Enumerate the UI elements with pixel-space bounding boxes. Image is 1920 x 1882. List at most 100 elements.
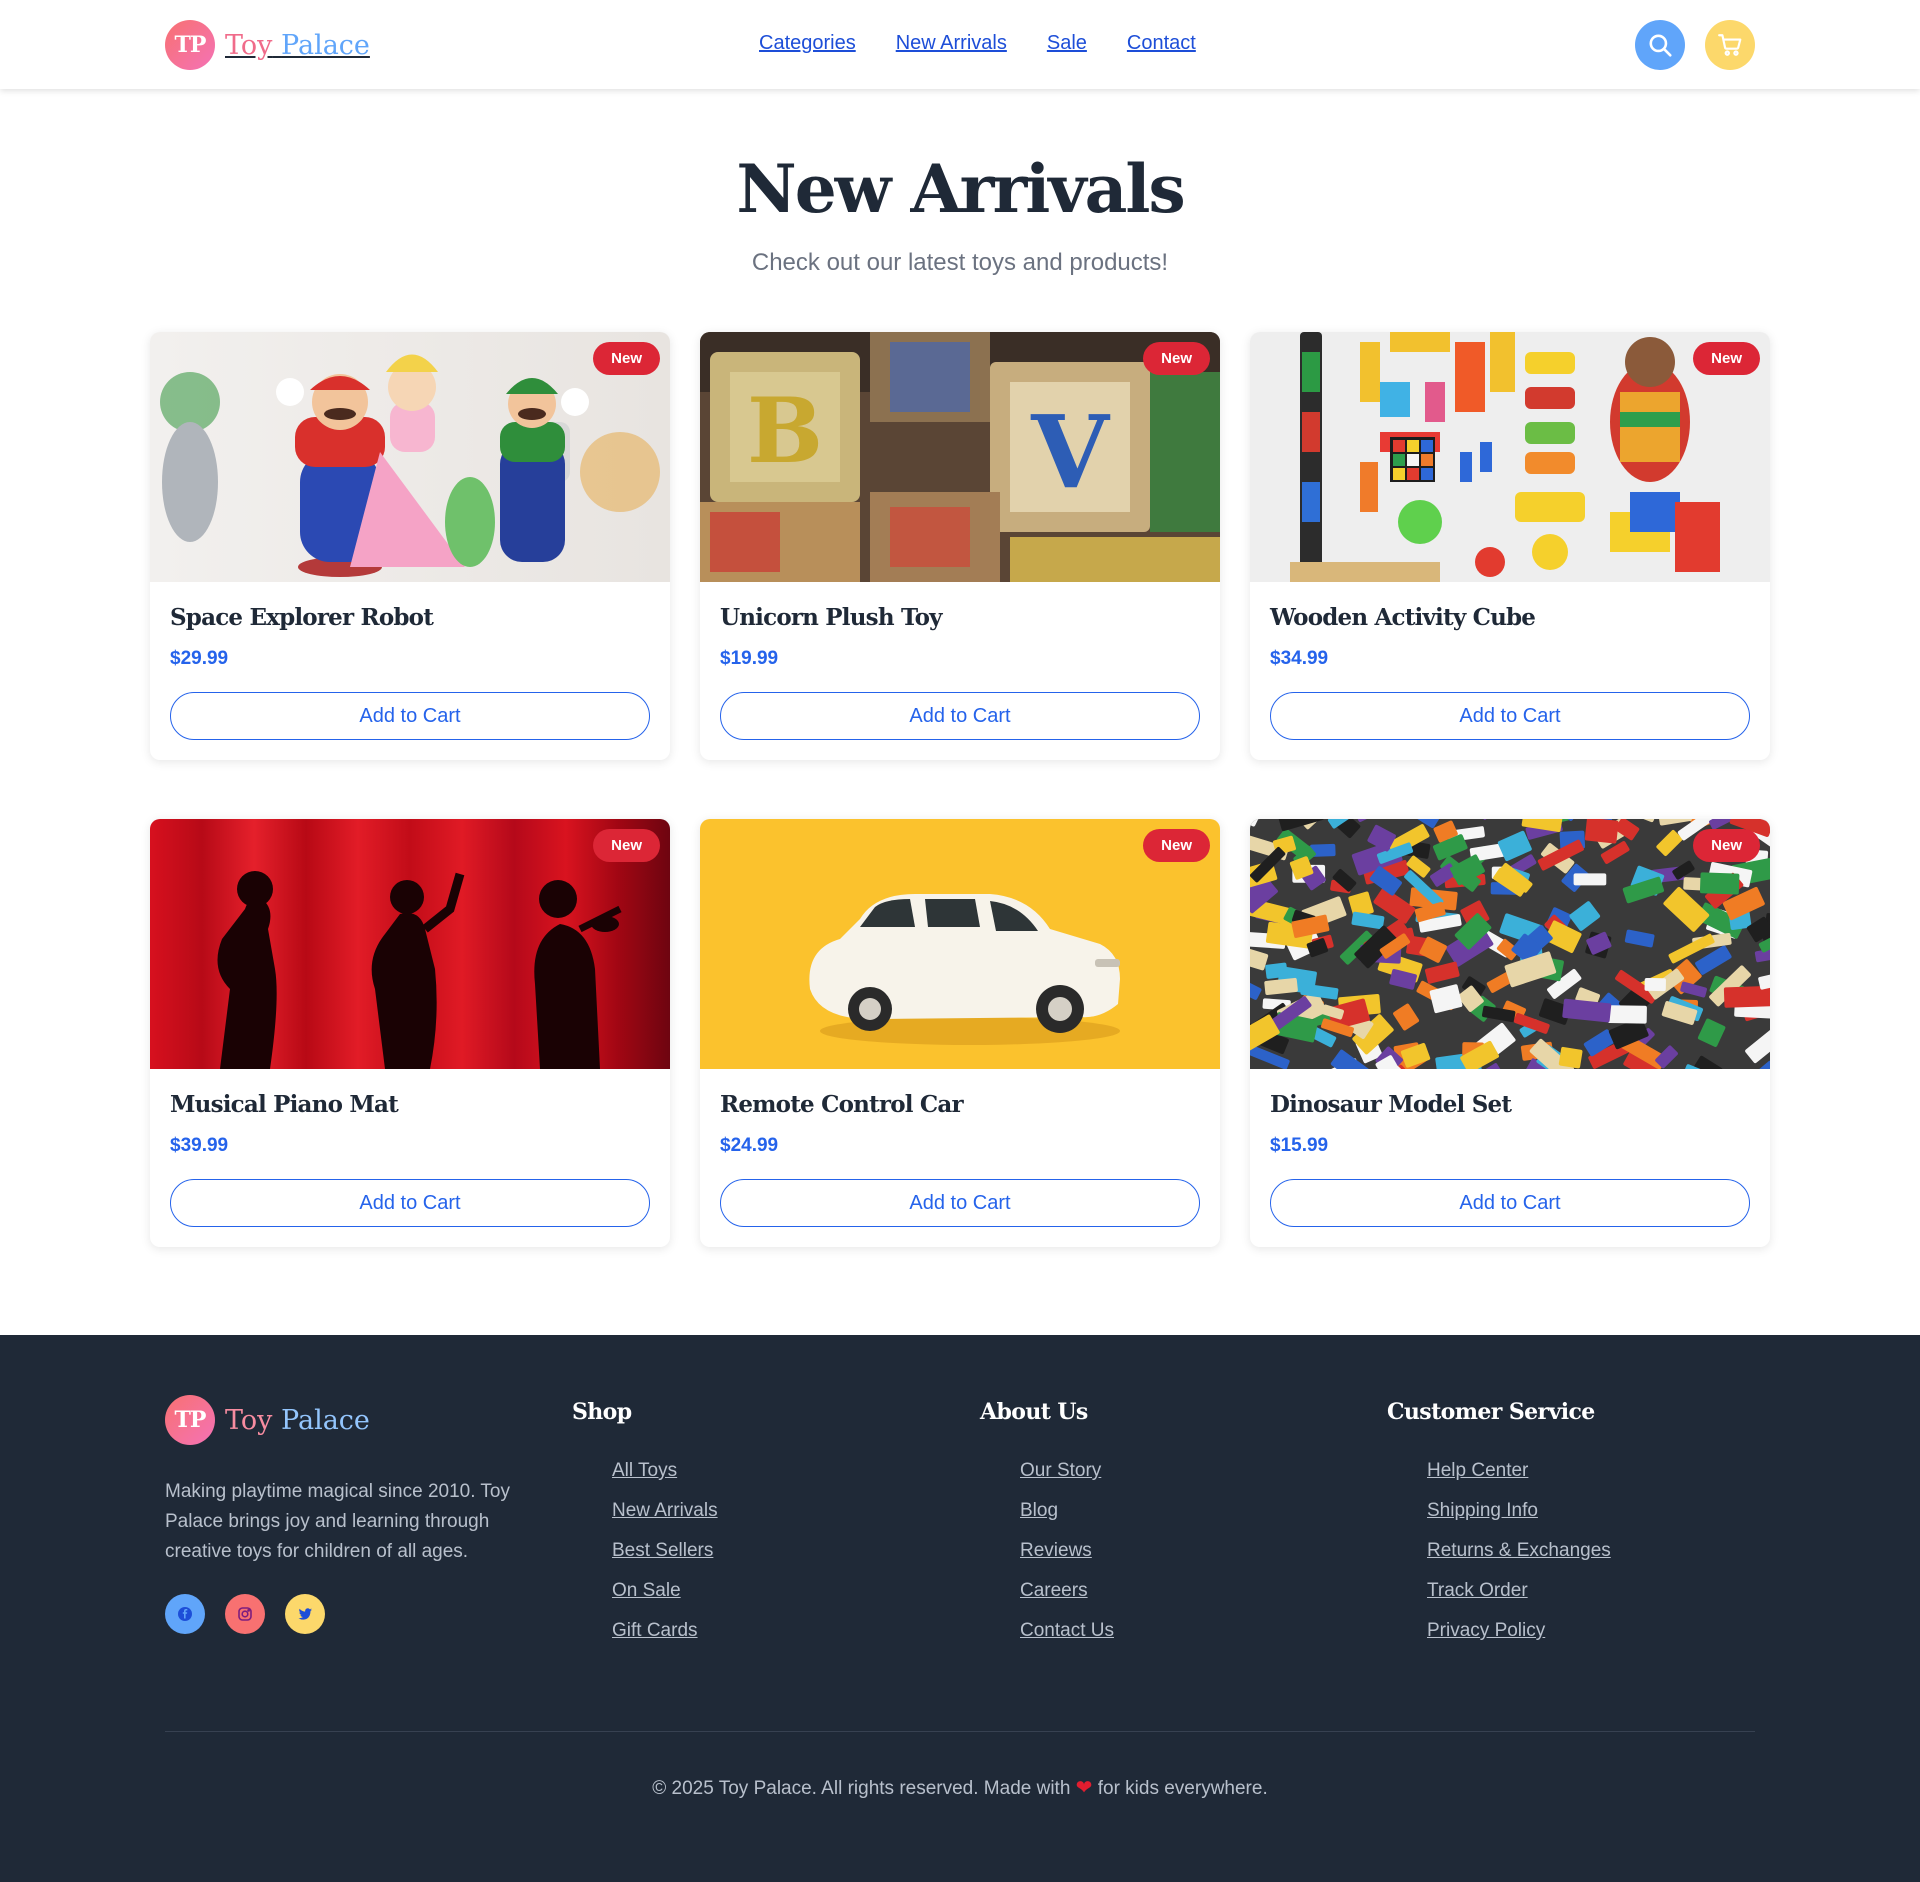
- twitter-link[interactable]: [285, 1594, 325, 1634]
- site-header: TP Toy Palace Categories New Arrivals Sa…: [0, 0, 1920, 89]
- new-badge: New: [1693, 829, 1760, 862]
- product-image[interactable]: B V New: [700, 332, 1220, 582]
- list-item: Best Sellers: [612, 1540, 718, 1580]
- add-to-cart-button[interactable]: Add to Cart: [720, 1179, 1200, 1227]
- list-item: Contact Us: [1020, 1620, 1114, 1660]
- new-badge: New: [1143, 342, 1210, 375]
- product-image[interactable]: New: [1250, 819, 1770, 1069]
- list-item: Careers: [1020, 1580, 1114, 1620]
- copyright-text-end: for kids everywhere.: [1097, 1778, 1268, 1799]
- footer-description: Making playtime magical since 2010. Toy …: [165, 1481, 510, 1562]
- product-price: $39.99: [170, 1135, 229, 1156]
- footer-logo[interactable]: TP Toy Palace: [165, 1395, 370, 1445]
- list-item: On Sale: [612, 1580, 718, 1620]
- list-item: Track Order: [1427, 1580, 1611, 1620]
- product-image[interactable]: New: [150, 332, 670, 582]
- logo-badge: TP: [165, 20, 215, 70]
- add-to-cart-button[interactable]: Add to Cart: [1270, 1179, 1750, 1227]
- svg-text:B: B: [747, 378, 823, 484]
- list-item: Reviews: [1020, 1540, 1114, 1580]
- add-to-cart-button[interactable]: Add to Cart: [170, 1179, 650, 1227]
- logo-text: Toy Palace: [225, 1405, 370, 1436]
- facebook-icon: [178, 1607, 192, 1621]
- footer-link[interactable]: Contact Us: [1020, 1620, 1114, 1641]
- footer-link[interactable]: Careers: [1020, 1580, 1088, 1601]
- social-links: [165, 1594, 325, 1634]
- site-logo[interactable]: TP Toy Palace: [165, 20, 370, 70]
- footer-column-title-about: About Us: [980, 1399, 1088, 1425]
- cart-button[interactable]: [1705, 20, 1755, 70]
- footer-link[interactable]: Returns & Exchanges: [1427, 1540, 1611, 1561]
- list-item: Gift Cards: [612, 1620, 718, 1660]
- new-badge: New: [593, 342, 660, 375]
- logo-text-palace: Palace: [281, 1404, 370, 1436]
- instagram-icon: [238, 1607, 252, 1621]
- add-to-cart-button[interactable]: Add to Cart: [170, 692, 650, 740]
- logo-text-toy: Toy: [225, 1404, 273, 1436]
- nav-new-arrivals[interactable]: New Arrivals: [896, 32, 1007, 55]
- footer-links-about: Our Story Blog Reviews Careers Contact U…: [1020, 1460, 1114, 1660]
- copyright: © 2025 Toy Palace. All rights reserved. …: [0, 1775, 1920, 1800]
- product-price: $19.99: [720, 648, 779, 669]
- product-price: $29.99: [170, 648, 229, 669]
- search-button[interactable]: [1635, 20, 1685, 70]
- instagram-link[interactable]: [225, 1594, 265, 1634]
- search-icon: [1649, 34, 1672, 57]
- product-card: New Remote Control Car $24.99 Add to Car…: [700, 819, 1220, 1247]
- product-image[interactable]: New: [1250, 332, 1770, 582]
- product-card: New Musical Piano Mat $39.99 Add to Cart: [150, 819, 670, 1247]
- product-card: New Dinosaur Model Set $15.99 Add to Car…: [1250, 819, 1770, 1247]
- logo-text: Toy Palace: [225, 30, 370, 61]
- footer-link[interactable]: Track Order: [1427, 1580, 1528, 1601]
- main-nav: Categories New Arrivals Sale Contact: [759, 32, 1196, 55]
- logo-text-toy: Toy: [225, 29, 273, 61]
- footer-column-title-shop: Shop: [572, 1399, 632, 1425]
- product-name: Wooden Activity Cube: [1270, 604, 1536, 631]
- new-badge: New: [1693, 342, 1760, 375]
- footer-link[interactable]: New Arrivals: [612, 1500, 718, 1521]
- new-badge: New: [1143, 829, 1210, 862]
- footer-links-customer-service: Help Center Shipping Info Returns & Exch…: [1427, 1460, 1611, 1660]
- nav-sale[interactable]: Sale: [1047, 32, 1087, 55]
- heart-icon: ❤: [1075, 1777, 1093, 1799]
- footer-link[interactable]: Blog: [1020, 1500, 1058, 1521]
- product-name: Musical Piano Mat: [170, 1091, 399, 1118]
- add-to-cart-button[interactable]: Add to Cart: [720, 692, 1200, 740]
- add-to-cart-button[interactable]: Add to Cart: [1270, 692, 1750, 740]
- product-name: Space Explorer Robot: [170, 604, 434, 631]
- list-item: All Toys: [612, 1460, 718, 1500]
- svg-text:V: V: [1030, 393, 1110, 511]
- page-subtitle: Check out our latest toys and products!: [751, 249, 1169, 276]
- list-item: Shipping Info: [1427, 1500, 1611, 1540]
- nav-categories[interactable]: Categories: [759, 32, 856, 55]
- footer-link[interactable]: Gift Cards: [612, 1620, 698, 1641]
- footer-link[interactable]: Shipping Info: [1427, 1500, 1538, 1521]
- list-item: New Arrivals: [612, 1500, 718, 1540]
- product-image[interactable]: New: [700, 819, 1220, 1069]
- footer-link[interactable]: Reviews: [1020, 1540, 1092, 1561]
- logo-badge: TP: [165, 1395, 215, 1445]
- footer-link[interactable]: Help Center: [1427, 1460, 1528, 1481]
- product-card: New Space Explorer Robot $29.99 Add to C…: [150, 332, 670, 760]
- footer-column-title-customer-service: Customer Service: [1387, 1399, 1595, 1425]
- footer-link[interactable]: On Sale: [612, 1580, 681, 1601]
- product-name: Unicorn Plush Toy: [720, 604, 943, 631]
- nav-contact[interactable]: Contact: [1127, 32, 1196, 55]
- product-price: $24.99: [720, 1135, 779, 1156]
- list-item: Returns & Exchanges: [1427, 1540, 1611, 1580]
- product-image[interactable]: New: [150, 819, 670, 1069]
- product-name: Dinosaur Model Set: [1270, 1091, 1512, 1118]
- twitter-icon: [298, 1608, 312, 1620]
- footer-link[interactable]: Best Sellers: [612, 1540, 713, 1561]
- list-item: Privacy Policy: [1427, 1620, 1611, 1660]
- list-item: Our Story: [1020, 1460, 1114, 1500]
- footer-divider: [165, 1731, 1755, 1732]
- footer-link[interactable]: Privacy Policy: [1427, 1620, 1545, 1641]
- new-badge: New: [593, 829, 660, 862]
- footer-link[interactable]: All Toys: [612, 1460, 677, 1481]
- product-price: $34.99: [1270, 648, 1329, 669]
- facebook-link[interactable]: [165, 1594, 205, 1634]
- footer-links-shop: All Toys New Arrivals Best Sellers On Sa…: [612, 1460, 718, 1660]
- product-card: B V New Unicorn Plush Toy $19.99 Add to …: [700, 332, 1220, 760]
- footer-link[interactable]: Our Story: [1020, 1460, 1101, 1481]
